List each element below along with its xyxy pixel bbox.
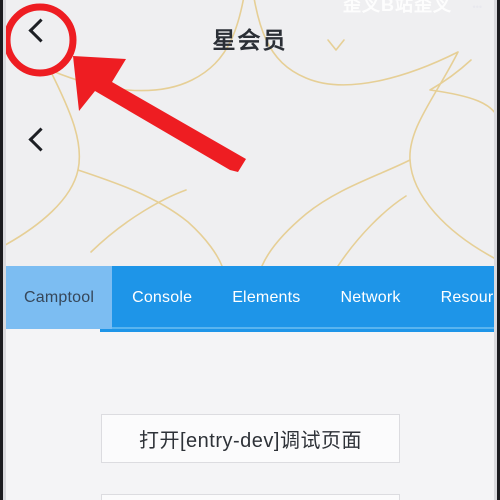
tab-label: Resources [440, 288, 494, 306]
screenshot-root: 歪叉B站歪叉 ••• 星会员 Camptool Console Elements… [0, 0, 500, 500]
devtools-tabbar: Camptool Console Elements Network Resour… [6, 266, 494, 329]
watermark-dots: ••• [472, 2, 482, 12]
tab-elements[interactable]: Elements [212, 266, 320, 329]
back-button-secondary[interactable] [28, 127, 53, 152]
app-header-area: 歪叉B站歪叉 ••• 星会员 [6, 0, 494, 266]
chevron-left-icon [28, 18, 53, 43]
devtools-panel-body: 打开[entry-dev]调试页面 让登录态失效 [6, 332, 494, 500]
tab-resources[interactable]: Resources [421, 266, 494, 329]
devtools-panel: Camptool Console Elements Network Resour… [6, 266, 494, 500]
invalidate-login-state-button[interactable]: 让登录态失效 [101, 494, 400, 500]
tab-label: Console [132, 288, 193, 306]
back-button[interactable] [28, 18, 53, 43]
page-title: 星会员 [212, 27, 288, 53]
chevron-left-icon [28, 127, 53, 152]
frame-edge-left [0, 0, 3, 500]
open-entry-dev-debug-page-button[interactable]: 打开[entry-dev]调试页面 [101, 414, 400, 463]
tab-label: Camptool [24, 288, 95, 306]
watermark-text: 歪叉B站歪叉 [343, 0, 452, 15]
tab-network[interactable]: Network [320, 266, 420, 329]
tab-camptool[interactable]: Camptool [6, 266, 113, 329]
tab-label: Elements [232, 288, 301, 306]
tab-label: Network [340, 288, 401, 306]
button-label: 打开[entry-dev]调试页面 [139, 430, 362, 452]
tab-console[interactable]: Console [112, 266, 212, 329]
frame-edge-left-inner [3, 0, 6, 500]
